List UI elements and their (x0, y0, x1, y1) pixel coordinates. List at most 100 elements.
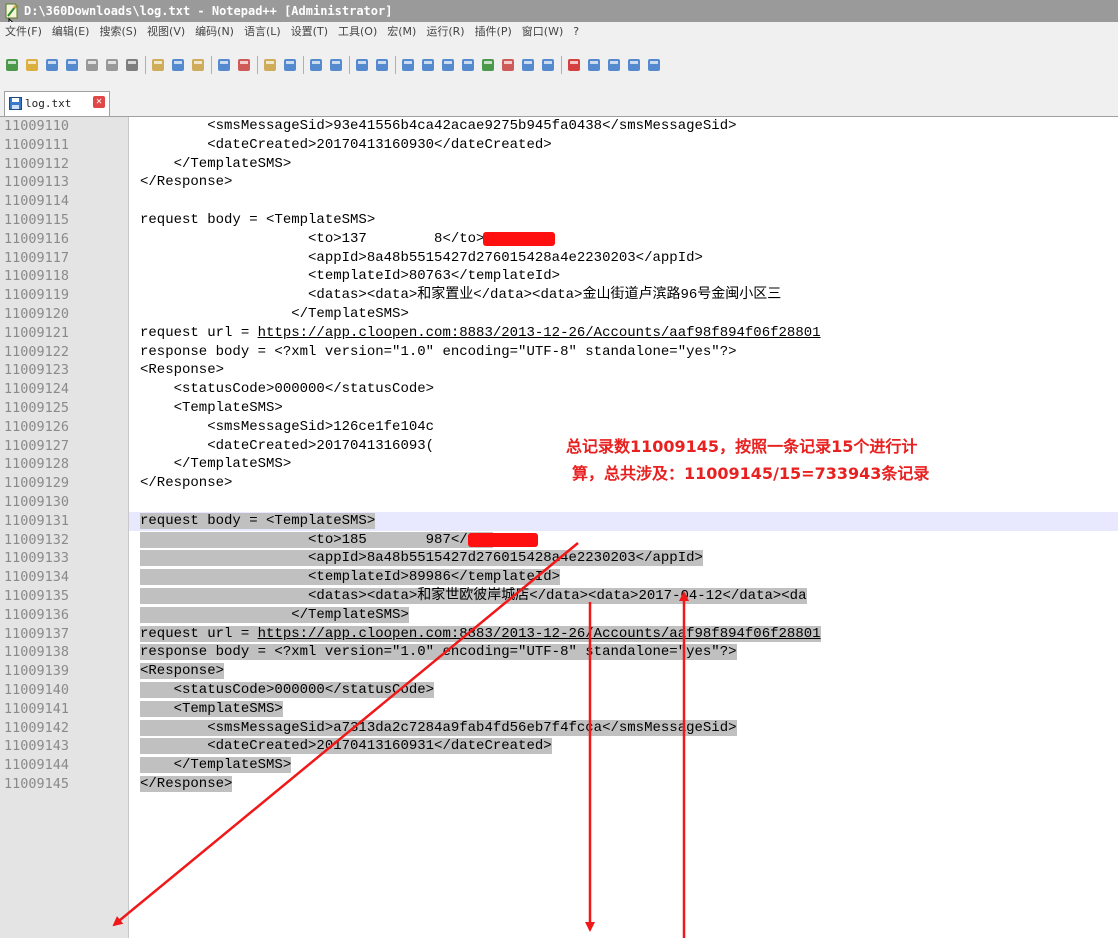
menu-item[interactable]: 设置(T) (286, 22, 333, 42)
editor-line: 11009143 <dateCreated>20170413160931</da… (0, 737, 1118, 756)
editor-line: 11009142 <smsMessageSid>a7313da2c7284a9f… (0, 719, 1118, 738)
find-icon[interactable] (262, 57, 278, 73)
menu-bar: 文件(F) 编辑(E) 搜索(S) 视图(V) 编码(N) 语言(L) 设置(T) 工具(O)… (0, 22, 1118, 42)
line-text: <templateId>89986</templateId> (140, 568, 561, 587)
url-link[interactable]: https://app.cloopen.com:8883/2013-12-26/… (258, 626, 821, 642)
line-text: response body = <?xml version="1.0" enco… (140, 343, 737, 362)
replace-icon[interactable] (282, 57, 298, 73)
code-text: request body = <TemplateSMS> (140, 212, 376, 228)
menu-item[interactable]: 语言(L) (239, 22, 286, 42)
code-text: <statusCode>000000</statusCode> (140, 381, 435, 398)
save-icon[interactable] (44, 57, 60, 73)
line-number: 11009131 (4, 512, 70, 529)
close-tab-icon[interactable]: ✕ (93, 96, 105, 108)
selected-text: <dateCreated>20170413160931</dateCreated… (140, 738, 552, 755)
monitor-icon[interactable] (540, 57, 556, 73)
menu-item[interactable]: ? (568, 22, 584, 42)
record-macro-icon[interactable] (566, 57, 582, 73)
menu-item[interactable]: 宏(M) (382, 22, 421, 42)
line-text: </Response> (140, 775, 233, 794)
editor-line: 11009113 </Response> (0, 173, 1118, 192)
editor-line: 11009126 <smsMessageSid>126ce1fe104c (0, 418, 1118, 437)
menu-item[interactable]: 搜索(S) (94, 22, 142, 42)
tab-log-txt[interactable]: log.txt ✕ (4, 91, 110, 116)
toolbar-separator (349, 56, 350, 74)
save-macro-icon[interactable] (646, 57, 662, 73)
editor-line: 11009110 <smsMessageSid>93e41556b4ca42ac… (0, 117, 1118, 136)
menu-item[interactable]: 编码(N) (190, 22, 239, 42)
zoom-in-icon[interactable] (308, 57, 324, 73)
play-macro-icon[interactable] (606, 57, 622, 73)
line-number: 11009143 (4, 738, 70, 755)
function-list-icon[interactable] (500, 57, 516, 73)
line-number: 11009130 (4, 494, 70, 510)
selected-text: request body = <TemplateSMS> (140, 512, 376, 529)
toolbar-separator (395, 56, 396, 74)
line-number: 11009115 (4, 212, 70, 228)
print-icon[interactable] (124, 57, 140, 73)
code-text: </TemplateSMS> (140, 306, 409, 322)
menu-item[interactable]: 工具(O) (333, 22, 382, 42)
code-text: </Response> (140, 174, 233, 191)
run-macro-multiple-icon[interactable] (626, 57, 642, 73)
code-text: <smsMessageSid>126ce1fe104c (140, 418, 435, 435)
cut-icon[interactable] (150, 57, 166, 73)
menu-item[interactable]: 视图(V) (142, 22, 190, 42)
save-all-icon[interactable] (64, 57, 80, 73)
tab-bar: log.txt ✕ (0, 86, 1118, 117)
line-number: 11009114 (4, 193, 70, 210)
line-text: <Response> (140, 361, 224, 380)
menu-item[interactable]: 文件(F) (0, 22, 47, 42)
folder-workspace-icon[interactable] (520, 57, 536, 73)
menu-item[interactable]: 插件(P) (470, 22, 517, 42)
redaction-mark (483, 231, 555, 246)
open-icon[interactable] (24, 57, 40, 73)
editor-line: 11009123 <Response> (0, 361, 1118, 380)
menu-item[interactable]: 运行(R) (421, 22, 469, 42)
menu-item[interactable]: 窗口(W) (517, 22, 568, 42)
redo-icon[interactable] (236, 57, 252, 73)
selected-text: </TemplateSMS> (140, 606, 409, 623)
editor-line: 11009122 response body = <?xml version="1… (0, 343, 1118, 362)
new-icon[interactable] (4, 57, 20, 73)
indent-guide-icon[interactable] (440, 57, 456, 73)
selected-text: <smsMessageSid>a7313da2c7284a9fab4fd56eb… (140, 719, 737, 736)
line-number: 11009134 (4, 569, 70, 586)
undo-icon[interactable] (216, 57, 232, 73)
copy-icon[interactable] (170, 57, 186, 73)
title-bar: D:\360Downloads\log.txt - Notepad++ [Adm… (0, 0, 1118, 22)
url-link[interactable]: https://app.cloopen.com:8883/2013-12-26/… (258, 325, 821, 341)
code-text: <to>137 8</to> (140, 230, 485, 247)
selected-text: <appId>8a48b5515427d276015428a4e2230203<… (140, 550, 703, 567)
udl-icon[interactable] (460, 57, 476, 73)
line-text: <appId>8a48b5515427d276015428a4e2230203<… (140, 249, 703, 268)
selected-text: <statusCode>000000</statusCode> (140, 682, 435, 698)
line-number: 11009125 (4, 400, 70, 416)
zoom-out-icon[interactable] (328, 57, 344, 73)
red-annotation: 总记录数11009145，按照一条记录15个进行计 算，总共涉及：1100914… (566, 433, 930, 487)
sync-h-icon[interactable] (374, 57, 390, 73)
editor-line: 11009139 <Response> (0, 662, 1118, 681)
editor-line: 11009121 request url = https://app.cloope… (0, 324, 1118, 343)
line-number: 11009127 (4, 437, 70, 454)
notepadpp-icon (5, 3, 18, 19)
close-all-icon[interactable] (104, 57, 120, 73)
editor-line: 11009135 <datas><data>和家世欧彼岸城店</data><da… (0, 587, 1118, 606)
line-number: 11009116 (4, 230, 70, 247)
editor-line: 11009134 <templateId>89986</templateId> (0, 568, 1118, 587)
code-text: request url = https://app.cloopen.com:88… (140, 324, 821, 341)
code-text: <templateId>80763</templateId> (140, 268, 561, 285)
show-all-icon[interactable] (420, 57, 436, 73)
selected-text: </TemplateSMS> (140, 757, 292, 774)
close-icon[interactable] (84, 57, 100, 73)
text-editor[interactable]: 11009110 <smsMessageSid>93e41556b4ca42ac… (0, 117, 1118, 938)
sync-v-icon[interactable] (354, 57, 370, 73)
stop-record-icon[interactable] (586, 57, 602, 73)
line-text: request body = <TemplateSMS> (140, 211, 375, 230)
line-number: 11009120 (4, 306, 70, 322)
word-wrap-icon[interactable] (400, 57, 416, 73)
doc-map-icon[interactable] (480, 57, 496, 73)
paste-icon[interactable] (190, 57, 206, 73)
line-text: request url = https://app.cloopen.com:88… (140, 625, 821, 644)
menu-item[interactable]: 编辑(E) (47, 22, 95, 42)
